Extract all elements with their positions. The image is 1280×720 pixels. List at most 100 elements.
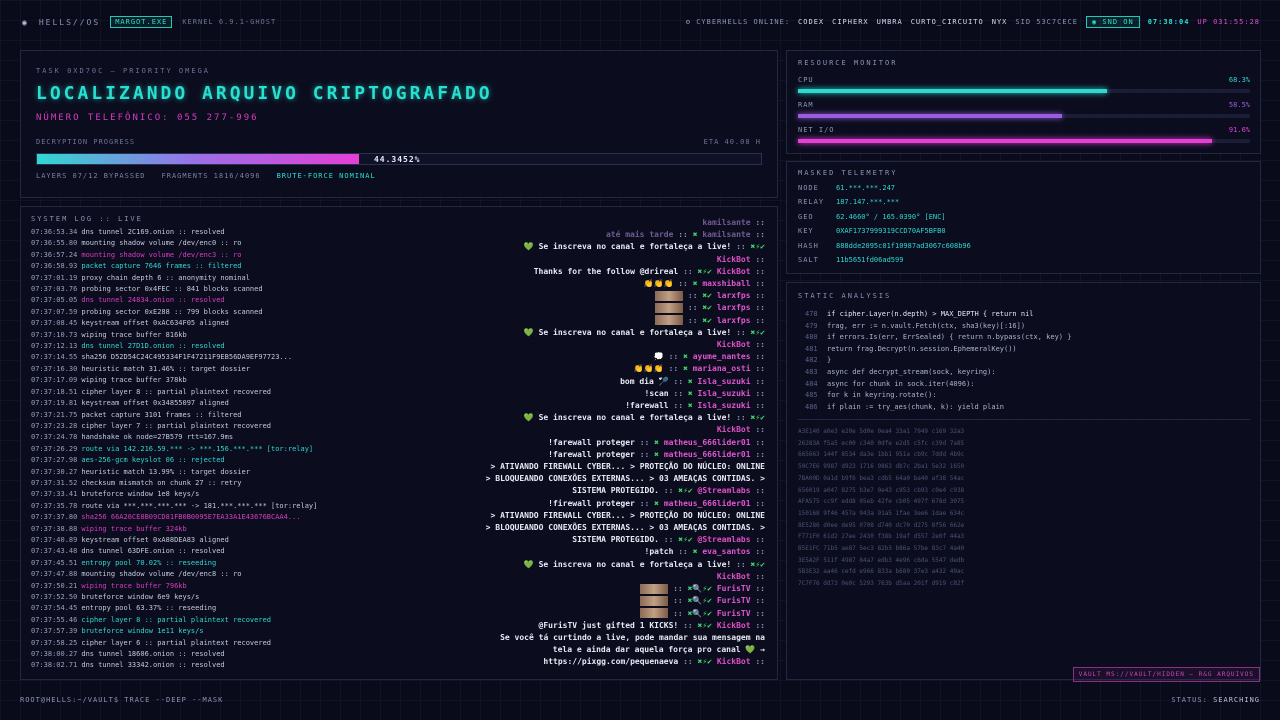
bruteforce-status: BRUTE-FORCE NOMINAL	[276, 172, 376, 180]
badge-icons: ✖⚡✔	[750, 242, 765, 252]
phone-number: NÚMERO TELEFÔNICO: 055 277-996	[36, 113, 259, 123]
chat-message: 💚 Se inscreva no canal e fortaleça a liv…	[523, 242, 765, 252]
log-line: 07:37:57.39 bruteforce window 1e11 keys/s	[31, 627, 204, 636]
log-line: 07:37:33.41 bruteforce window 1e8 keys/s	[31, 490, 200, 499]
code-line: 482}	[805, 356, 832, 365]
badge-icons: ✖⚡✔	[697, 266, 712, 276]
task-title: LOCALIZANDO ARQUIVO CRIPTOGRAFADO	[36, 83, 493, 104]
telemetry-row: RELAY 187.147.***.***	[798, 198, 900, 206]
code-line: 479 frag, err := n.vault.Fetch(ctx, sha3(…	[805, 321, 1026, 330]
badge-icons: ✖✔	[702, 291, 712, 301]
log-line: 07:37:30.27 heuristic match 13.99% :: tar…	[31, 467, 250, 476]
log-line: 07:37:03.76 probing sector 0x4FEC :: 841 …	[31, 285, 263, 294]
hex-line: 26283A f5a5 ec00 c340 0dfe e2d5 c5fc c39…	[798, 439, 965, 447]
telemetry-row: SALT 11b5651fd06ad599	[798, 256, 904, 264]
chat-message: :: ✖🔍⚡✔ FurisTV ::	[315, 608, 765, 620]
sound-dot-icon: ◉	[1091, 18, 1098, 26]
chat-username[interactable]: matheus_666lider01	[664, 499, 751, 508]
meter-fill	[798, 89, 1107, 93]
hex-line: 150168 9f46 457a 943a 91a5 1fae 3ee6 1da…	[798, 509, 965, 517]
hex-line: A3E140 a0e3 e20e 5d0e 0ea4 33a1 7949 c16…	[798, 428, 965, 435]
log-line: 07:37:12.13 dns tunnel 27D1D.onion :: res…	[31, 342, 225, 351]
meter-fill	[798, 139, 1213, 143]
chat-username[interactable]: KickBot	[717, 340, 751, 349]
badge-icons: ✖	[654, 449, 659, 459]
chat-username[interactable]: Isla_suzuki	[698, 389, 751, 398]
emote-image	[640, 595, 669, 606]
log-line: 07:37:24.78 handshake ok node=27B579 rtt=…	[31, 433, 234, 442]
chat-username[interactable]: larxfps	[717, 303, 751, 312]
badge-icons: ✖	[687, 388, 693, 398]
chat-message: kamilsante ::	[702, 218, 765, 227]
code-line: 484 async for chunk in sock.iter(4096):	[805, 379, 975, 388]
chat-username[interactable]: kamilsante	[702, 218, 750, 227]
meter-name: NET I/O	[798, 126, 835, 134]
log-line: 07:37:16.30 heuristic match 31.46% :: tar…	[31, 364, 250, 373]
chat-message: SISTEMA PROTEGIDO. :: ✖⚡✔ @Streamlabs ::	[572, 486, 765, 496]
chat-username[interactable]: matheus_666lider01	[664, 438, 751, 447]
system-log-panel[interactable]: SYSTEM LOG :: LIVE 07:36:53.34 dns tunnel…	[20, 206, 778, 680]
chat-username[interactable]: matheus_666lider01	[664, 450, 751, 459]
chat-username[interactable]: @Streamlabs	[698, 486, 751, 495]
hex-line: B5E1FC 71b5 ae87 5ec3 82b3 b86a 57be 83c…	[798, 545, 965, 553]
meter-name: RAM	[798, 101, 814, 109]
hex-line: AFA575 cc9f edd8 05eb 42fe cb05 497f 678…	[798, 498, 965, 506]
log-line: 07:37:10.73 wiping trace buffer 816kb	[31, 330, 187, 339]
chat-username[interactable]: @Streamlabs	[698, 535, 751, 544]
chat-username[interactable]: FurisTV	[717, 584, 751, 593]
badge-icons: ✖	[654, 437, 659, 447]
sound-toggle[interactable]: ◉ SND ON	[1085, 16, 1140, 28]
chat-message: KickBot ::	[716, 425, 765, 435]
chat-username[interactable]: Isla_suzuki	[698, 401, 751, 410]
fragments-status: FRAGMENTS 1816/4096	[161, 172, 261, 180]
chat-message: @FurisTV just gifted 1 KICKS! :: ✖⚡✔ Kic…	[538, 620, 765, 630]
heart-icon: 💚	[523, 559, 534, 569]
chat-username[interactable]: Isla_suzuki	[698, 377, 751, 386]
resource-monitor-panel: RESOURCE MONITOR CPU 68.3% RAM 58.5% NET…	[786, 50, 1261, 154]
process-badge[interactable]: MARGOT.EXE	[110, 16, 173, 28]
meter-value: 58.5%	[1228, 101, 1250, 109]
terminal-prompt[interactable]: ROOT@HELLS:~/VAULT$ TRACE --DEEP --MASK	[20, 696, 223, 704]
chat-username[interactable]: KickBot	[717, 657, 751, 666]
crew-member: CIPHERX	[832, 18, 869, 26]
chat-username[interactable]: kamilsante	[702, 230, 750, 239]
chat-username[interactable]: larxfps	[717, 316, 751, 325]
chat-username[interactable]: KickBot	[717, 425, 751, 434]
chat-message: 💚 Se inscreva no canal e fortaleça a liv…	[523, 413, 765, 423]
chat-username[interactable]: mariana_osti	[693, 364, 751, 373]
chat-username[interactable]: KickBot	[717, 572, 751, 581]
log-line: 07:37:43.48 dns tunnel 63DFE.onion :: res…	[31, 547, 225, 556]
badge-icons: ✖⚡✔	[697, 657, 712, 667]
log-line: 07:37:55.46 cipher layer 8 :: partial pla…	[31, 615, 272, 624]
log-line: 07:38:02.71 dns tunnel 33342.onion :: res…	[31, 661, 225, 670]
vault-path-badge[interactable]: VAULT MS://VAULT/HIDDEN — R&G ARQUIVOS	[1072, 667, 1260, 682]
chat-username[interactable]: larxfps	[717, 291, 751, 300]
chat-username[interactable]: maxshiball	[702, 279, 750, 288]
chat-username[interactable]: FurisTV	[717, 596, 751, 605]
chat-username[interactable]: KickBot	[717, 255, 751, 264]
chat-username[interactable]: FurisTV	[717, 609, 751, 618]
chat-username[interactable]: eva_santos	[702, 547, 750, 556]
chat-username[interactable]: KickBot	[717, 267, 751, 276]
log-line: 07:37:50.21 wiping trace buffer 796kb	[31, 581, 187, 590]
layers-status: LAYERS 07/12 BYPASSED	[36, 172, 146, 180]
chat-username[interactable]: ayume_nantes	[693, 352, 751, 361]
session-id: SID 53C7CECE	[1015, 18, 1078, 26]
chat-message: !firewall proteger :: ✖ matheus_666lider…	[548, 498, 765, 508]
log-line: 07:37:01.19 proxy chain depth 6 :: anonym…	[31, 273, 250, 282]
meter-track	[798, 139, 1250, 143]
chat-overlay: kamilsante :: até mais tarde :: ✖ kamilsa…	[315, 217, 765, 669]
chat-message: 👏👏👏 :: ✖ maxshiball ::	[643, 279, 765, 289]
emote-image	[655, 315, 684, 326]
top-bar: ◉ HELLS//OS MARGOT.EXE KERNEL 6.9.1-GHOS…	[0, 0, 1280, 44]
static-analysis-label: STATIC ANALYSIS	[798, 292, 892, 300]
chat-message: SISTEMA PROTEGIDO. :: ✖⚡✔ @Streamlabs ::	[572, 535, 765, 545]
static-analysis-panel[interactable]: STATIC ANALYSIS 478 if cipher.Layer(n.dep…	[786, 282, 1261, 680]
chat-message: !farewall :: ✖ Isla_suzuki ::	[625, 401, 765, 411]
badge-icons: ✖	[683, 364, 688, 374]
chat-username[interactable]: KickBot	[717, 621, 751, 630]
log-lines: 07:36:53.34 dns tunnel 2C169.onion :: res…	[31, 227, 341, 672]
hex-line: 3E5A2F 511f 4987 84a7 edb3 4e96 c6da 554…	[798, 556, 965, 564]
log-line: 07:37:05.05 dns tunnel 24834.onion :: res…	[31, 296, 225, 305]
meter-value: 91.6%	[1228, 126, 1250, 134]
